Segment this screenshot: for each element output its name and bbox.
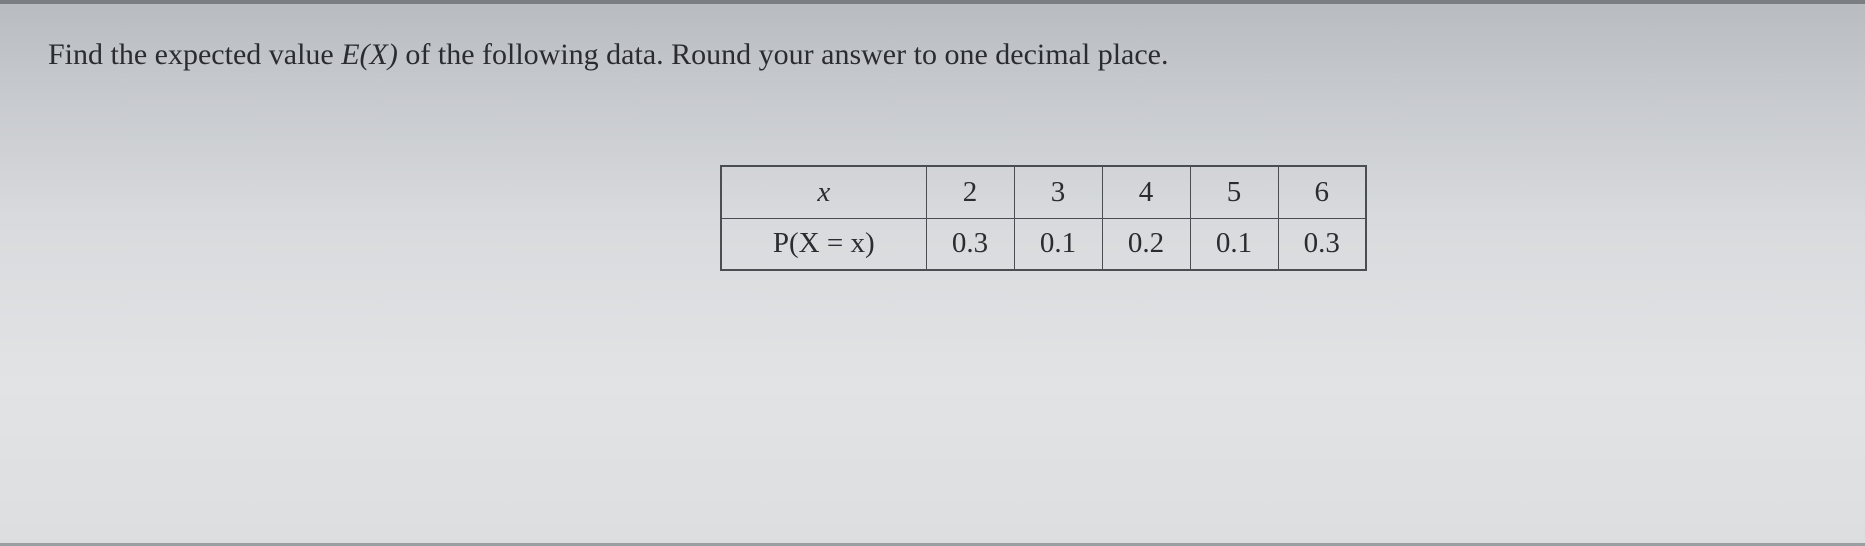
probability-table: x 2 3 4 5 6 P(X = x) 0.3 0.1 0.2 0.1 0.3: [720, 165, 1367, 271]
x-value-cell: 2: [926, 166, 1014, 218]
top-border: [0, 0, 1865, 4]
question-expression: E(X): [341, 38, 398, 71]
p-value-cell: 0.2: [1102, 218, 1190, 270]
p-value-cell: 0.3: [1278, 218, 1366, 270]
table-row: x 2 3 4 5 6: [721, 166, 1366, 218]
x-value-cell: 6: [1278, 166, 1366, 218]
p-value-cell: 0.3: [926, 218, 1014, 270]
p-row-label: P(X = x): [721, 218, 926, 270]
x-row-label: x: [721, 166, 926, 218]
x-value-cell: 4: [1102, 166, 1190, 218]
p-value-cell: 0.1: [1014, 218, 1102, 270]
table-row: P(X = x) 0.3 0.1 0.2 0.1 0.3: [721, 218, 1366, 270]
question-suffix: of the following data. Round your answer…: [398, 38, 1169, 71]
x-value-cell: 5: [1190, 166, 1278, 218]
question-text: Find the expected value E(X) of the foll…: [48, 38, 1169, 72]
question-prefix: Find the expected value: [48, 38, 341, 71]
x-value-cell: 3: [1014, 166, 1102, 218]
p-value-cell: 0.1: [1190, 218, 1278, 270]
